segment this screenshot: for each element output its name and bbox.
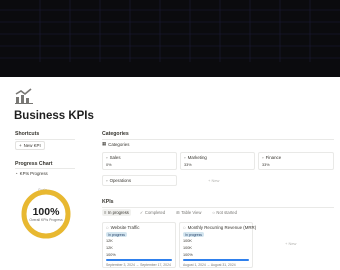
category-card-sales[interactable]: ▫ Sales 0% <box>102 152 177 170</box>
status-badge: In progress <box>106 232 127 237</box>
categories-divider <box>102 139 334 140</box>
folder-icon: ▫ <box>184 155 186 160</box>
tab-not-started[interactable]: ○ Not started <box>210 209 239 216</box>
folder-icon: ▫ <box>106 155 108 160</box>
kpis-heading: KPIs <box>102 199 114 205</box>
new-category-button[interactable]: + New <box>208 178 219 183</box>
category-percent: 0% <box>106 163 112 167</box>
category-card-finance[interactable]: ▫ Finance 33% <box>258 152 334 170</box>
kpi-current: 100K <box>183 246 192 250</box>
kpi-title: Website Traffic <box>110 225 140 230</box>
kpis-progress-link[interactable]: ◔ KPIs Progress <box>15 171 48 176</box>
kpi-percent: 100% <box>106 253 116 257</box>
categories-view-tab[interactable]: ▦ Categories <box>102 141 129 147</box>
tab-completed[interactable]: ✓ Completed <box>138 209 167 216</box>
shortcuts-heading: Shortcuts <box>15 131 40 137</box>
new-kpi-button[interactable]: + New KPI <box>15 141 45 150</box>
kpis-progress-label: KPIs Progress <box>19 171 48 176</box>
tab-label: Not started <box>216 210 237 215</box>
plus-icon: + <box>19 143 22 148</box>
kpi-dates: August 1, 2024 → August 31, 2024 <box>183 263 236 267</box>
kpi-progress-track <box>183 259 249 261</box>
chart-icon <box>15 88 33 104</box>
circle-icon: ○ <box>212 210 215 215</box>
folder-icon: ▫ <box>262 155 264 160</box>
kpi-view-tabs: ≡ In progress ✓ Completed ⊞ Table View ○ Not… <box>102 209 239 216</box>
kpi-target: 100K <box>183 239 192 243</box>
kpi-dates: September 3, 2024 → September 17, 2024 <box>106 263 171 267</box>
kpi-current: 12K <box>106 246 113 250</box>
cover-grid <box>0 0 340 62</box>
progress-chart-heading: Progress Chart <box>15 161 53 167</box>
folder-icon: ▫ <box>106 178 108 183</box>
kpi-progress-fill <box>183 259 249 261</box>
category-percent: 33% <box>262 163 270 167</box>
money-icon: ◌ <box>183 225 186 230</box>
kpi-title: Monthly Recurring Revenue (MRR) <box>187 225 257 230</box>
kpi-progress-track <box>106 259 172 261</box>
kpi-percent: 100% <box>183 253 193 257</box>
kpi-progress-fill <box>106 259 172 261</box>
tab-label: In progress <box>107 210 129 215</box>
chart-link-icon: ◔ <box>15 171 18 176</box>
categories-view-label: Categories <box>108 141 130 147</box>
kpi-target: 12K <box>106 239 113 243</box>
cover-image <box>0 0 340 77</box>
ring-sub-label: Overall KPIs Progress <box>29 218 63 222</box>
globe-icon: ◌ <box>106 225 109 230</box>
category-name: Operations <box>109 178 132 183</box>
new-kpi-card-button[interactable]: + New <box>285 241 296 246</box>
category-name: Finance <box>265 155 282 160</box>
category-card-marketing[interactable]: ▫ Marketing 33% <box>180 152 255 170</box>
kpi-card-website-traffic[interactable]: ◌ Website Traffic In progress 12K 12K 100… <box>102 222 176 268</box>
tab-label: Completed <box>144 210 166 215</box>
kpi-card-mrr[interactable]: ◌ Monthly Recurring Revenue (MRR) In prog… <box>179 222 256 268</box>
category-card-operations[interactable]: ▫ Operations <box>102 175 177 186</box>
tab-in-progress[interactable]: ≡ In progress <box>102 209 131 216</box>
tab-table-view[interactable]: ⊞ Table View <box>174 209 203 216</box>
status-badge: In progress <box>183 232 204 237</box>
progress-divider <box>15 168 75 169</box>
category-name: Marketing <box>187 155 207 160</box>
category-name: Sales <box>109 155 121 160</box>
ring-percent: 100% <box>32 206 60 218</box>
category-percent: 33% <box>184 163 192 167</box>
progress-ring: 100% Overall KPIs Progress <box>20 188 72 240</box>
kpis-divider <box>102 207 334 208</box>
check-icon: ✓ <box>139 210 144 215</box>
categories-heading: Categories <box>102 131 129 137</box>
list-icon: ≡ <box>104 210 107 215</box>
grid-icon: ▦ <box>102 141 107 146</box>
tab-label: Table View <box>181 210 202 215</box>
page-title: Business KPIs <box>14 110 94 122</box>
table-icon: ⊞ <box>176 210 180 215</box>
new-kpi-label: New KPI <box>23 143 41 148</box>
shortcuts-divider <box>15 139 75 140</box>
